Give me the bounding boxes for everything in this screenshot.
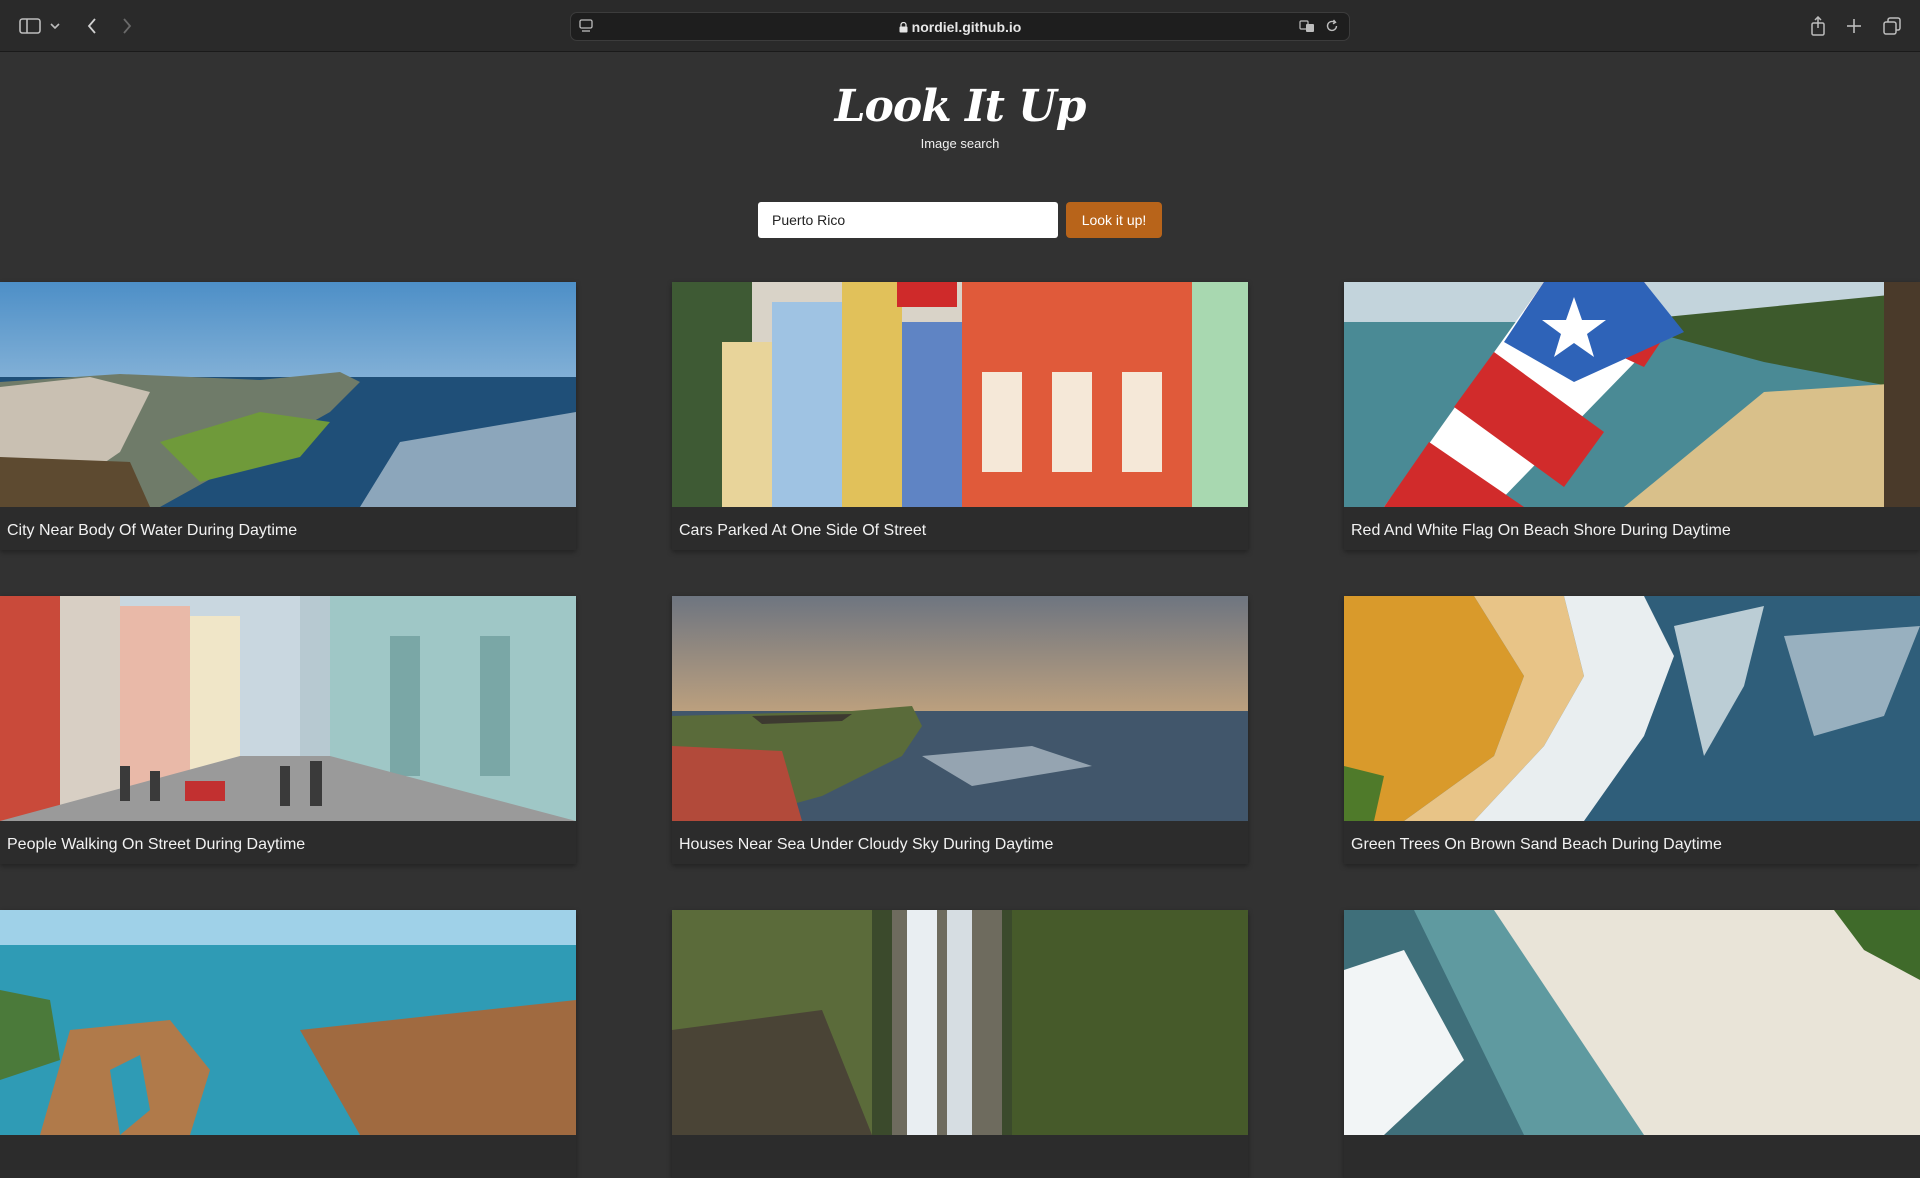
result-card[interactable] (0, 910, 576, 1178)
new-tab-icon[interactable] (1842, 14, 1866, 38)
result-card[interactable]: Red And White Flag On Beach Shore During… (1344, 282, 1920, 550)
result-image (672, 910, 1248, 1135)
browser-toolbar: nordiel.github.io (0, 0, 1920, 52)
result-image (672, 596, 1248, 821)
site-subtitle: Image search (920, 136, 1000, 151)
result-caption: Cars Parked At One Side Of Street (679, 522, 927, 539)
url-text: nordiel.github.io (911, 19, 1022, 35)
tab-overview-icon[interactable] (1880, 14, 1904, 38)
result-image (0, 596, 576, 821)
result-image (672, 282, 1248, 507)
result-card[interactable] (672, 910, 1248, 1178)
result-card[interactable]: City Near Body Of Water During Daytime (0, 282, 576, 550)
result-image (0, 282, 576, 507)
lock-icon (899, 22, 908, 33)
result-caption: People Walking On Street During Daytime (7, 836, 306, 853)
search-input[interactable] (758, 202, 1058, 238)
address-bar[interactable]: nordiel.github.io (570, 12, 1350, 41)
result-card[interactable]: People Walking On Street During Daytime (0, 596, 576, 864)
result-image (1344, 910, 1920, 1135)
page: Look It Up Image search Look it up! City… (0, 53, 1920, 1178)
result-caption: Green Trees On Brown Sand Beach During D… (1351, 836, 1722, 853)
result-caption: Houses Near Sea Under Cloudy Sky During … (679, 836, 1054, 853)
forward-icon[interactable] (115, 14, 139, 38)
chevron-down-icon[interactable] (48, 14, 62, 38)
result-image (1344, 282, 1920, 507)
site-logo: Look It Up (834, 81, 1087, 132)
result-image (0, 910, 576, 1135)
result-card[interactable]: Houses Near Sea Under Cloudy Sky During … (672, 596, 1248, 864)
share-icon[interactable] (1806, 14, 1830, 38)
back-icon[interactable] (80, 14, 104, 38)
result-caption: Red And White Flag On Beach Shore During… (1351, 522, 1731, 539)
translate-icon[interactable] (1299, 19, 1315, 38)
result-card[interactable]: Cars Parked At One Side Of Street (672, 282, 1248, 550)
result-card[interactable]: Green Trees On Brown Sand Beach During D… (1344, 596, 1920, 864)
sidebar-toggle-icon[interactable] (18, 14, 42, 38)
result-card[interactable] (1344, 910, 1920, 1178)
result-caption: City Near Body Of Water During Daytime (7, 522, 298, 539)
result-image (1344, 596, 1920, 821)
search-button[interactable]: Look it up! (1066, 202, 1162, 238)
reload-icon[interactable] (1325, 19, 1339, 38)
